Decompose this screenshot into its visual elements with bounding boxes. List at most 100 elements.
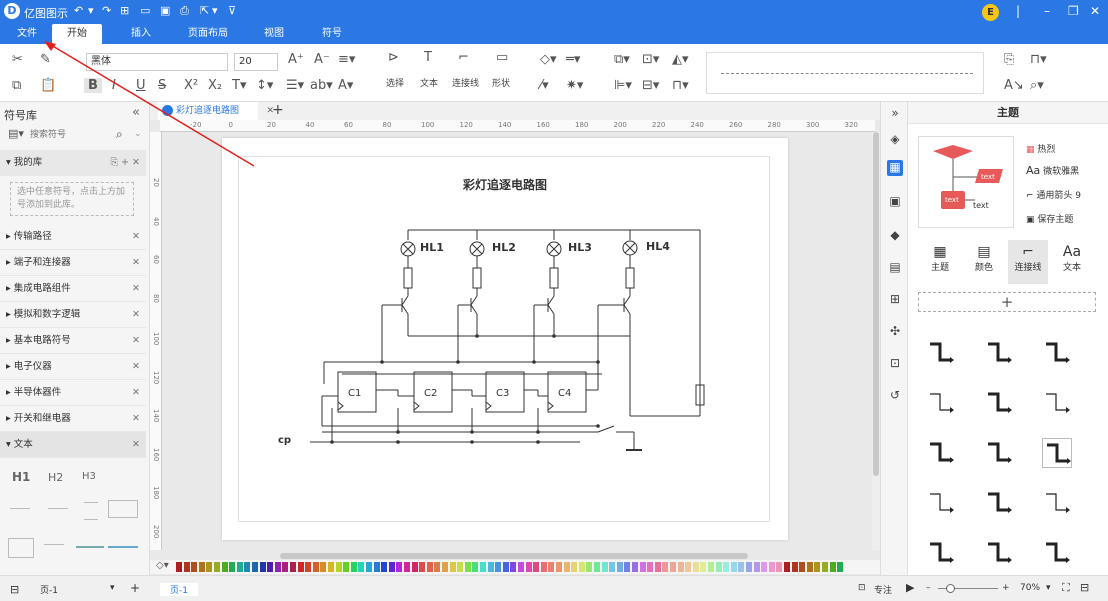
search-icon[interactable]: ⌕	[116, 127, 123, 142]
export-icon[interactable]: ⇱	[200, 4, 209, 17]
add-tab-icon[interactable]: +	[272, 102, 284, 118]
color-swatch[interactable]	[738, 562, 745, 572]
vertical-scrollbar[interactable]	[872, 132, 880, 550]
font-size-select[interactable]: 20	[234, 53, 278, 71]
document-tab[interactable]: 彩灯追逐电路图 ✕	[158, 102, 274, 120]
connector-style-option[interactable]	[926, 438, 956, 468]
color-swatch[interactable]	[426, 562, 433, 572]
color-swatch[interactable]	[791, 562, 798, 572]
save-icon[interactable]: ▣	[160, 4, 170, 17]
save-theme-button[interactable]: ▣ 保存主题	[1026, 212, 1073, 225]
input-label-cp[interactable]: cp	[278, 435, 291, 446]
close-icon[interactable]: ✕	[1090, 4, 1100, 18]
tab-symbol[interactable]: 符号	[312, 24, 352, 44]
color-swatch[interactable]	[396, 562, 403, 572]
color-swatch[interactable]	[806, 562, 813, 572]
color-swatch[interactable]	[571, 562, 578, 572]
color-swatch[interactable]	[548, 562, 555, 572]
text-style-icon[interactable]: T▾	[232, 78, 246, 93]
close-category-icon[interactable]: ✕	[132, 302, 140, 328]
color-swatch[interactable]	[578, 562, 585, 572]
color-swatch[interactable]	[761, 562, 768, 572]
text-sample-h1[interactable]: H1	[12, 470, 30, 484]
select-label[interactable]: 选择	[386, 76, 404, 89]
color-swatch[interactable]	[464, 562, 471, 572]
color-swatch[interactable]	[540, 562, 547, 572]
color-swatch[interactable]	[556, 562, 562, 572]
connector-style-option[interactable]	[984, 338, 1014, 368]
color-swatch[interactable]	[601, 562, 608, 572]
shape-tool-icon[interactable]: ▭	[496, 50, 508, 65]
bring-front-icon[interactable]: ⧉▾	[614, 52, 630, 67]
line-spacing-icon[interactable]: ↕▾	[256, 78, 273, 93]
my-library-actions-icon[interactable]: ⎘ + ✕	[110, 150, 140, 176]
theme-preview-card[interactable]: text text text text	[918, 136, 1014, 228]
text-sample-h3[interactable]: H3	[82, 471, 96, 482]
fill-panel-icon[interactable]: ◈	[887, 132, 903, 148]
color-swatch[interactable]	[586, 562, 593, 572]
color-swatch[interactable]	[753, 562, 760, 572]
shape-label[interactable]: 形状	[492, 76, 510, 89]
format-painter-icon[interactable]: ✎	[40, 52, 51, 67]
drawing-page[interactable]: 彩灯追逐电路图 HL1 HL2 HL3 HL4 C1 C2 C3 C4 cp	[222, 138, 788, 540]
color-swatch[interactable]	[183, 562, 190, 572]
color-swatch[interactable]	[708, 562, 714, 572]
play-icon[interactable]: ▶	[906, 581, 914, 594]
color-swatch[interactable]	[305, 562, 312, 572]
color-swatch[interactable]	[487, 562, 494, 572]
color-swatch[interactable]	[730, 562, 737, 572]
fit-page-icon[interactable]: ⛶	[1062, 581, 1070, 595]
color-swatch[interactable]	[472, 562, 479, 572]
close-category-icon[interactable]: ✕	[132, 328, 140, 354]
color-swatch[interactable]	[670, 562, 676, 572]
layers-panel-icon[interactable]: ◆	[887, 228, 903, 244]
color-swatch[interactable]	[198, 562, 205, 572]
navigator-panel-icon[interactable]: ✣	[887, 324, 903, 340]
counter-label-c1[interactable]: C1	[348, 388, 361, 399]
color-swatch[interactable]	[533, 562, 540, 572]
bold-icon[interactable]: B	[84, 78, 102, 93]
connector-style-option[interactable]	[1042, 438, 1072, 468]
color-palette[interactable]: ◇▾	[150, 560, 880, 574]
counter-label-c4[interactable]: C4	[558, 388, 571, 399]
close-category-icon[interactable]: ✕	[132, 406, 140, 432]
lamp-label-hl1[interactable]: HL1	[420, 241, 444, 254]
history-panel-icon[interactable]: ↺	[887, 388, 903, 404]
color-swatch[interactable]	[822, 562, 828, 572]
color-swatch[interactable]	[715, 562, 722, 572]
minimize-icon[interactable]: –	[1044, 4, 1050, 18]
color-swatch[interactable]	[366, 562, 372, 572]
replace-icon[interactable]: A↘	[1004, 78, 1024, 93]
zoom-dropdown-icon[interactable]: ▾	[1046, 583, 1051, 593]
category-terminals[interactable]: ▸ 端子和连接器 ✕	[0, 250, 146, 276]
lamp-label-hl2[interactable]: HL2	[492, 241, 516, 254]
vertical-scroll-thumb[interactable]	[873, 132, 879, 476]
close-category-icon[interactable]: ✕	[132, 354, 140, 380]
theme-panel-icon[interactable]: ▦	[887, 160, 903, 176]
decrease-font-icon[interactable]: A⁻	[314, 52, 330, 67]
connector-label[interactable]: 连接线	[452, 76, 479, 89]
avatar[interactable]: E	[982, 4, 999, 21]
color-swatch[interactable]	[654, 562, 661, 572]
color-swatch[interactable]	[632, 562, 638, 572]
page-setup-icon[interactable]: ⎘	[1004, 52, 1014, 67]
lamp-label-hl4[interactable]: HL4	[646, 240, 670, 253]
data-panel-icon[interactable]: ⊞	[887, 292, 903, 308]
color-swatch[interactable]	[685, 562, 692, 572]
color-swatch[interactable]	[381, 562, 388, 572]
connector-style-option[interactable]	[1042, 338, 1072, 368]
zoom-in-icon[interactable]: +	[1002, 583, 1010, 593]
text-label[interactable]: 文本	[420, 76, 438, 89]
tab-theme[interactable]: ▦ 主题	[920, 240, 960, 284]
text-sample-row-2[interactable]	[8, 538, 138, 562]
color-swatch[interactable]	[784, 562, 790, 572]
line-style-icon[interactable]: ═▾	[566, 52, 580, 67]
color-swatch[interactable]	[768, 562, 775, 572]
color-swatch[interactable]	[457, 562, 464, 572]
horizontal-scroll-thumb[interactable]	[280, 553, 748, 559]
connector-style-option[interactable]	[984, 388, 1014, 418]
color-swatch[interactable]	[214, 562, 220, 572]
theme-option-arrow[interactable]: ⌐ 通用箭头 9	[1026, 188, 1081, 201]
color-swatch[interactable]	[350, 562, 357, 572]
theme-option-font[interactable]: Aa 微软雅黑	[1026, 164, 1079, 177]
